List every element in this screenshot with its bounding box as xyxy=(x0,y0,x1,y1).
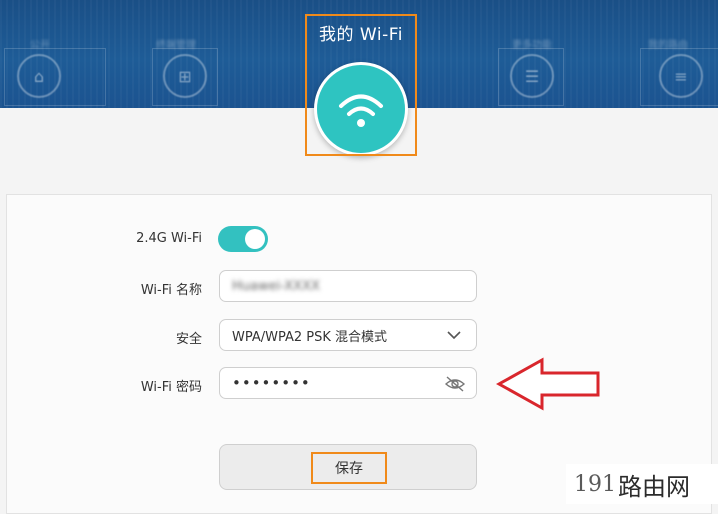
security-value: WPA/WPA2 PSK 混合模式 xyxy=(232,329,388,345)
nav-tile xyxy=(498,48,564,106)
password-input[interactable]: •••••••• xyxy=(219,367,477,399)
wifi-24g-toggle[interactable] xyxy=(218,226,268,252)
devices-icon[interactable]: ⊞ xyxy=(163,54,207,98)
nav-item-label: 我的路由 xyxy=(648,40,688,51)
password-value: •••••••• xyxy=(232,374,311,392)
home-icon[interactable]: ⌂ xyxy=(17,54,61,98)
ssid-value: Huawei-XXXX xyxy=(232,278,320,294)
toggle-knob xyxy=(245,229,265,249)
user-icon[interactable]: ☰ xyxy=(510,54,554,98)
ssid-input[interactable]: Huawei-XXXX xyxy=(219,270,477,302)
site-watermark: 191 路由网 xyxy=(566,464,718,504)
menu-icon[interactable]: ≡ xyxy=(659,54,703,98)
save-button-label[interactable]: 保存 xyxy=(311,452,387,484)
nav-item-label: 终端管理 xyxy=(156,40,196,51)
ssid-label: Wi-Fi 名称 xyxy=(140,283,202,298)
nav-item-label: 公开 xyxy=(30,40,50,51)
wifi-24g-label: 2.4G Wi-Fi xyxy=(136,231,202,246)
wifi-tab-highlight-box xyxy=(305,14,417,156)
red-arrow-annotation xyxy=(496,357,600,411)
hide-password-icon[interactable] xyxy=(444,375,466,393)
nav-tile xyxy=(152,48,218,106)
watermark-text: 路由网 xyxy=(618,472,690,501)
security-select[interactable]: WPA/WPA2 PSK 混合模式 xyxy=(219,319,477,351)
watermark-number: 191 xyxy=(574,471,616,497)
password-label: Wi-Fi 密码 xyxy=(140,380,202,395)
nav-tile xyxy=(640,48,718,106)
nav-tile xyxy=(4,48,106,106)
nav-item-label: 更多功能 xyxy=(512,40,552,51)
security-label: 安全 xyxy=(175,332,202,347)
chevron-down-icon xyxy=(447,331,461,340)
